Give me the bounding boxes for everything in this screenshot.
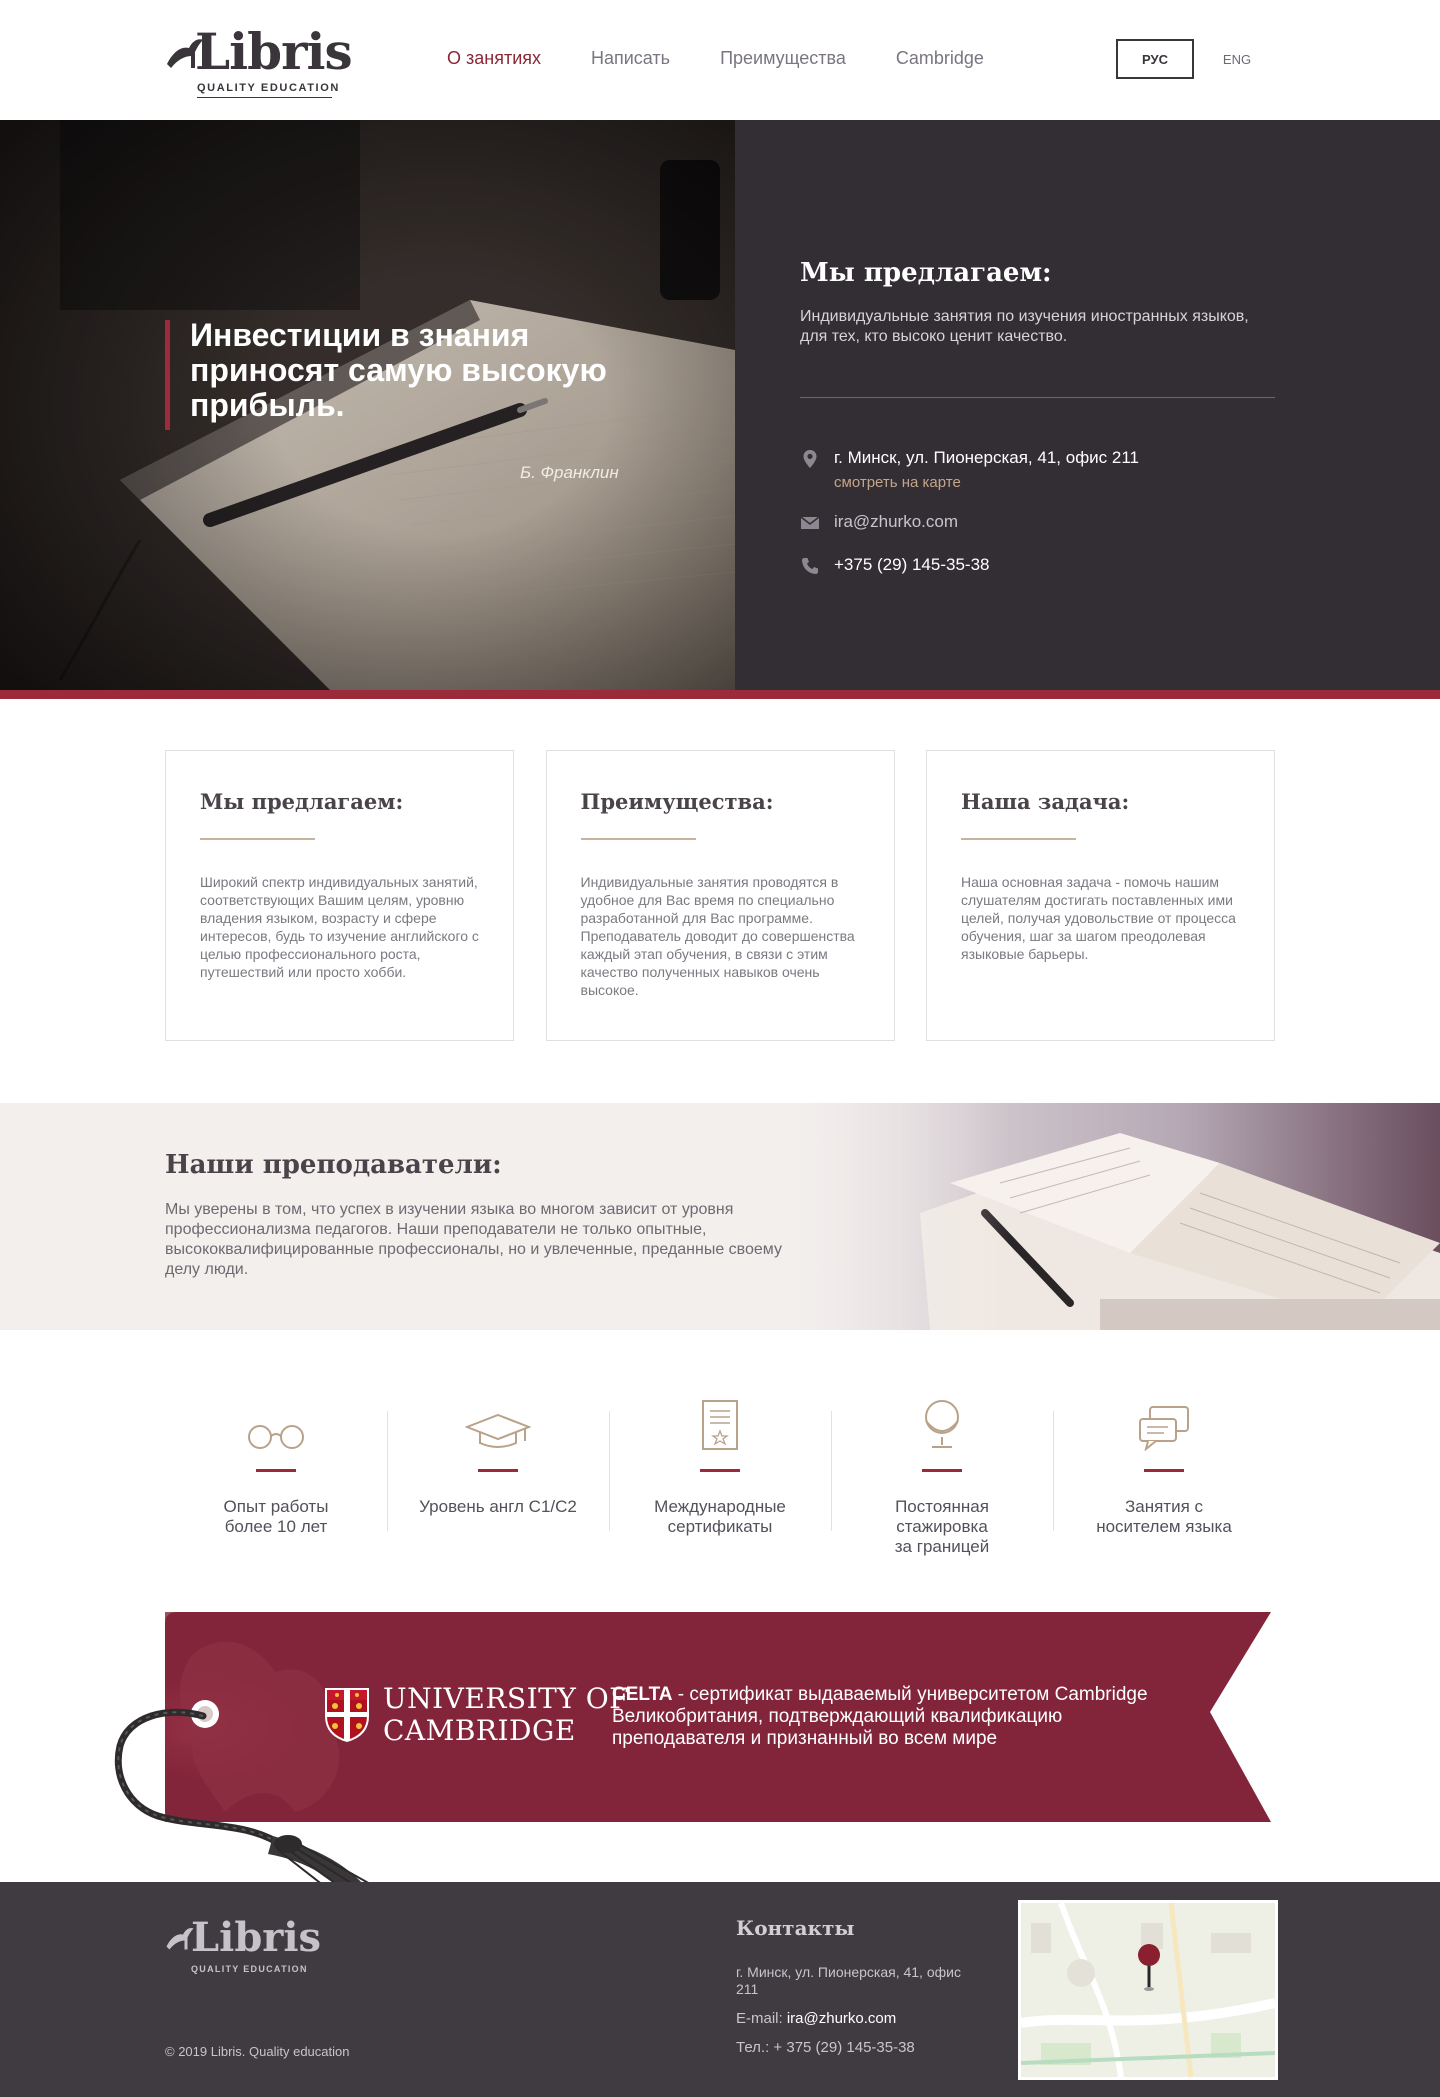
site-header: Libris QUALITY EDUCATION О занятиях Напи… xyxy=(0,0,1440,120)
nav-item-advantages[interactable]: Преимущества xyxy=(720,48,846,69)
main-nav: О занятиях Написать Преимущества Cambrid… xyxy=(447,48,984,69)
nav-item-write[interactable]: Написать xyxy=(591,48,670,69)
graduation-cap-icon xyxy=(465,1413,531,1448)
feature-level: Уровень англ С1/С2 xyxy=(387,1395,609,1565)
feature-divider xyxy=(1144,1469,1184,1472)
copyright: © 2019 Libris. Quality education xyxy=(165,2044,350,2059)
feature-label: Постоянная стажировка за границей xyxy=(894,1497,990,1556)
card-title: Наша задача: xyxy=(961,789,1130,814)
photo-fade xyxy=(790,1103,1010,1330)
teachers-title: Наши преподаватели: xyxy=(165,1150,502,1180)
features-row: Опыт работы более 10 лет Уровень англ С1… xyxy=(165,1395,1275,1565)
footer-phone-row: Тел.: + 375 (29) 145-35-38 xyxy=(736,2039,986,2056)
card-offer: Мы предлагаем: Широкий спектр индивидуал… xyxy=(165,750,514,1041)
hero-info-panel: Мы предлагаем: Индивидуальные занятия по… xyxy=(735,120,1440,690)
feature-divider xyxy=(922,1469,962,1472)
certificate-icon xyxy=(702,1400,738,1450)
logo-word: Libris xyxy=(195,22,353,81)
phone-text[interactable]: +375 (29) 145-35-38 xyxy=(834,555,989,575)
feature-native-speaker: Занятия с носителем языка xyxy=(1053,1395,1275,1565)
card-divider xyxy=(580,838,696,840)
info-cards: Мы предлагаем: Широкий спектр индивидуал… xyxy=(165,750,1275,1041)
celta-label: CELTA xyxy=(612,1684,673,1705)
location-map[interactable] xyxy=(1018,1900,1278,2080)
quote-accent-bar xyxy=(165,320,170,430)
site-footer: Libris QUALITY EDUCATION © 2019 Libris. … xyxy=(0,1882,1440,2097)
footer-phone[interactable]: + 375 (29) 145-35-38 xyxy=(773,2039,914,2056)
hero-section: Инвестиции в знания приносят самую высок… xyxy=(0,120,1440,690)
footer-email-row: E-mail: ira@zhurko.com xyxy=(736,2010,986,2027)
envelope-icon xyxy=(800,516,820,529)
feature-internship: Постоянная стажировка за границей xyxy=(831,1395,1053,1565)
card-advantages: Преимущества: Индивидуальные занятия про… xyxy=(545,750,895,1041)
feature-certificates: Международные сертификаты xyxy=(609,1395,831,1565)
footer-contacts: Контакты г. Минск, ул. Пионерская, 41, о… xyxy=(736,1916,986,2056)
map-link[interactable]: смотреть на карте xyxy=(834,474,1139,491)
feature-divider xyxy=(700,1469,740,1472)
accent-stripe xyxy=(0,690,1440,699)
feature-label: Уровень англ С1/С2 xyxy=(419,1497,577,1516)
teachers-text: Мы уверены в том, что успех в изучении я… xyxy=(165,1201,782,1278)
hero-quote: Инвестиции в знания приносят самую высок… xyxy=(190,317,607,423)
footer-logo-tagline: QUALITY EDUCATION xyxy=(191,1964,308,1974)
phone-label: Тел.: xyxy=(736,2039,774,2056)
address-row: г. Минск, ул. Пионерская, 41, офис 211 с… xyxy=(800,448,1139,491)
hero-quote-author: Б. Франклин xyxy=(520,463,619,482)
celta-description: - сертификат выдаваемый университетом Ca… xyxy=(612,1684,1148,1749)
feature-experience: Опыт работы более 10 лет xyxy=(165,1395,387,1565)
card-text: Индивидуальные занятия проводятся в удоб… xyxy=(580,874,855,998)
card-divider xyxy=(961,838,1076,840)
card-text: Широкий спектр индивидуальных занятий, с… xyxy=(200,874,479,980)
map-thumbnail xyxy=(1021,1903,1275,2077)
teachers-section: Наши преподаватели: Мы уверены в том, чт… xyxy=(0,1103,1440,1330)
feature-divider xyxy=(256,1469,296,1472)
phone-row: +375 (29) 145-35-38 xyxy=(800,555,989,576)
globe-icon xyxy=(925,1400,959,1448)
glasses-icon xyxy=(248,1425,304,1449)
logo-tagline: QUALITY EDUCATION xyxy=(197,82,340,94)
card-task: Наша задача: Наша основная задача - помо… xyxy=(926,750,1275,1041)
card-divider xyxy=(200,838,315,840)
footer-logo[interactable]: Libris QUALITY EDUCATION xyxy=(165,1914,321,1980)
email-row: ira@zhurko.com xyxy=(800,512,958,533)
lang-en-button[interactable]: ENG xyxy=(1212,39,1262,79)
card-title: Мы предлагаем: xyxy=(200,789,404,814)
panel-divider xyxy=(800,397,1275,398)
feature-label: Занятия с носителем языка xyxy=(1096,1497,1232,1536)
footer-email-link[interactable]: ira@zhurko.com xyxy=(787,2010,896,2027)
celta-text: CELTA - сертификат выдаваемый университе… xyxy=(612,1684,1182,1750)
panel-text: Индивидуальные занятия по изучения иност… xyxy=(800,308,1249,345)
logo[interactable]: Libris QUALITY EDUCATION xyxy=(165,18,353,98)
panel-title: Мы предлагаем: xyxy=(800,258,1052,288)
logo-underline xyxy=(197,97,332,98)
footer-address: г. Минск, ул. Пионерская, 41, офис 211 xyxy=(736,1964,961,1997)
address-text: г. Минск, ул. Пионерская, 41, офис 211 xyxy=(834,448,1139,467)
email-link[interactable]: ira@zhurko.com xyxy=(834,512,958,532)
nav-item-cambridge[interactable]: Cambridge xyxy=(896,48,984,69)
footer-logo-word: Libris xyxy=(191,1914,322,1961)
hero-notebook-photo: Инвестиции в знания приносят самую высок… xyxy=(0,120,735,690)
feature-label: Опыт работы более 10 лет xyxy=(223,1497,329,1536)
chat-bubbles-icon xyxy=(1139,1406,1189,1451)
feature-label: Международные сертификаты xyxy=(654,1497,786,1536)
email-label: E-mail: xyxy=(736,2010,787,2027)
card-title: Преимущества: xyxy=(580,789,774,814)
feature-divider xyxy=(478,1469,518,1472)
contacts-title: Контакты xyxy=(736,1916,855,1940)
lang-ru-button[interactable]: РУС xyxy=(1116,39,1194,79)
nav-item-about[interactable]: О занятиях xyxy=(447,48,541,69)
phone-icon xyxy=(802,558,818,574)
card-text: Наша основная задача - помочь нашим слуш… xyxy=(961,874,1236,962)
map-pin-icon xyxy=(803,450,817,468)
